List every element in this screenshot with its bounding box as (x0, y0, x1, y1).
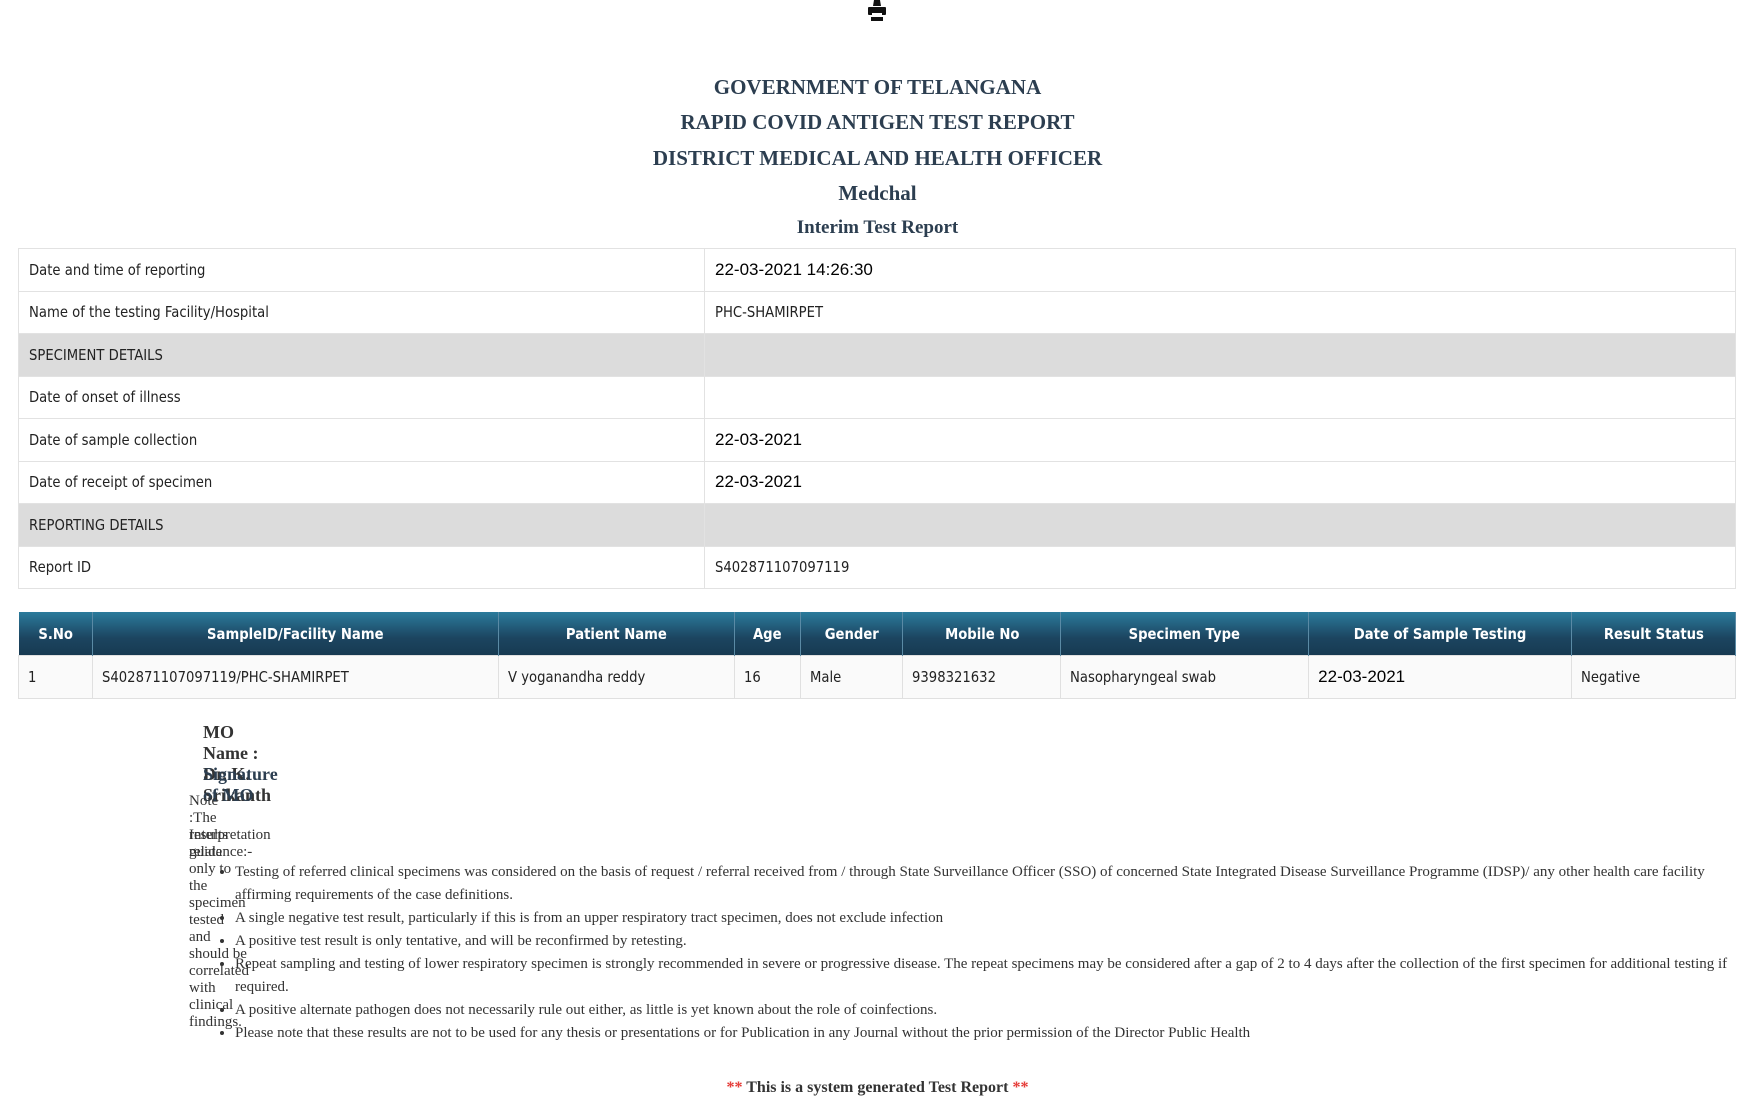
report-details-table: Date and time of reporting 22-03-2021 14:… (18, 248, 1736, 589)
label: Date of onset of illness (29, 388, 181, 407)
table-cell: Negative (1571, 655, 1736, 699)
results-table: S.No SampleID/Facility Name Patient Name Ag… (18, 612, 1736, 699)
column-header: Mobile No (902, 612, 1062, 656)
column-header-label: Date of Sample Testing (1353, 624, 1527, 643)
guidance-title: Interpretation guidance:- (189, 827, 271, 860)
header-district: Medchal (838, 180, 917, 205)
column-header: Age (734, 612, 801, 656)
column-header: Patient Name (498, 612, 735, 656)
label: Date of sample collection (29, 430, 198, 449)
header-office: DISTRICT MEDICAL AND HEALTH OFFICER (652, 145, 1103, 170)
cell-text: 16 (743, 668, 761, 686)
guidance-list: Testing of referred clinical specimens w… (189, 861, 1755, 1045)
table-row: 1 S402871107097119/PHC-SHAMIRPET V yoganan… (18, 655, 1736, 699)
cell-text: Male (809, 668, 841, 686)
column-header: Gender (800, 612, 904, 656)
section-title: REPORTING DETAILS (29, 515, 164, 534)
table-cell: V yoganandha reddy (497, 655, 735, 699)
star-right: ** (1012, 1079, 1029, 1096)
header-interim: Interim Test Report (796, 217, 959, 239)
label: Name of the testing Facility/Hospital (29, 303, 269, 322)
cell-text: 9398321632 (912, 668, 997, 686)
header-government: GOVERNMENT OF TELANGANA (713, 75, 1042, 99)
report-header: GOVERNMENT OF TELANGANA RAPID COVID ANTI… (0, 72, 1755, 248)
column-header-label: Mobile No (944, 624, 1020, 643)
table-cell: S402871107097119/PHC-SHAMIRPET (91, 655, 499, 699)
column-header: Result Status (1571, 612, 1736, 656)
value: 22-03-2021 (704, 460, 1736, 504)
guidance-item: Repeat sampling and testing of lower res… (235, 953, 1755, 999)
footer-note: ** This is a system generated Test Repor… (0, 1079, 1755, 1097)
label: Report ID (29, 558, 92, 577)
row-onset: Date of onset of illness (18, 375, 1736, 419)
table-cell: 9398321632 (902, 655, 1062, 699)
table-cell: Male (799, 655, 904, 699)
guidance-item: A positive alternate pathogen does not n… (235, 999, 1755, 1022)
cell-text: Nasopharyngeal swab (1070, 668, 1217, 686)
table-cell: 1 (18, 655, 93, 699)
column-header-label: Result Status (1603, 624, 1704, 643)
column-header: Specimen Type (1060, 612, 1310, 656)
column-header-label: SampleID/Facility Name (207, 624, 384, 643)
star-left: ** (726, 1079, 743, 1096)
table-cell: 16 (733, 655, 801, 699)
results-header: S.No SampleID/Facility Name Patient Name Ag… (18, 612, 1736, 656)
row-receipt: Date of receipt of specimen 22-03-2021 (18, 460, 1736, 504)
cell-text: Negative (1581, 668, 1641, 686)
value: S402871107097119 (715, 558, 850, 577)
section-specimen: SPECIMENT DETAILS (18, 333, 1736, 377)
guidance-item: Testing of referred clinical specimens w… (235, 861, 1755, 907)
guidance-item: A positive test result is only tentative… (235, 930, 1755, 953)
column-header-label: Patient Name (565, 624, 667, 643)
section-title: SPECIMENT DETAILS (29, 345, 163, 364)
column-header-label: S.No (37, 624, 73, 643)
header-report-type: RAPID COVID ANTIGEN TEST REPORT (680, 110, 1075, 135)
column-header: SampleID/Facility Name (92, 612, 499, 656)
cell-text: S402871107097119/PHC-SHAMIRPET (101, 668, 349, 686)
guidance-item: A single negative test result, particula… (235, 907, 1755, 930)
footer-text: This is a system generated Test Report (742, 1079, 1013, 1096)
table-cell: 22-03-2021 (1308, 655, 1573, 699)
row-reporting-time: Date and time of reporting 22-03-2021 14:… (18, 248, 1736, 292)
value (704, 375, 1736, 419)
cell-text: V yoganandha reddy (507, 668, 645, 686)
guidance-item: Please note that these results are not t… (235, 1022, 1755, 1045)
column-header-label: Specimen Type (1129, 624, 1241, 643)
column-header-label: Gender (824, 624, 879, 643)
row-collection: Date of sample collection 22-03-2021 (18, 418, 1736, 462)
column-header: Date of Sample Testing (1308, 612, 1573, 656)
value: 22-03-2021 (704, 418, 1736, 462)
row-report-id: Report ID S402871107097119 (18, 545, 1736, 589)
column-header: S.No (18, 612, 93, 656)
column-header-label: Age (752, 624, 782, 643)
cell-text: 1 (28, 668, 37, 686)
section-reporting: REPORTING DETAILS (18, 503, 1736, 547)
printer-icon[interactable] (866, 0, 888, 22)
label: Date of receipt of specimen (29, 473, 213, 492)
value: PHC-SHAMIRPET (715, 303, 824, 322)
table-cell: Nasopharyngeal swab (1060, 655, 1310, 699)
label: Date and time of reporting (29, 260, 206, 279)
row-facility: Name of the testing Facility/Hospital PHC… (18, 290, 1736, 334)
value: 22-03-2021 14:26:30 (704, 248, 1736, 292)
